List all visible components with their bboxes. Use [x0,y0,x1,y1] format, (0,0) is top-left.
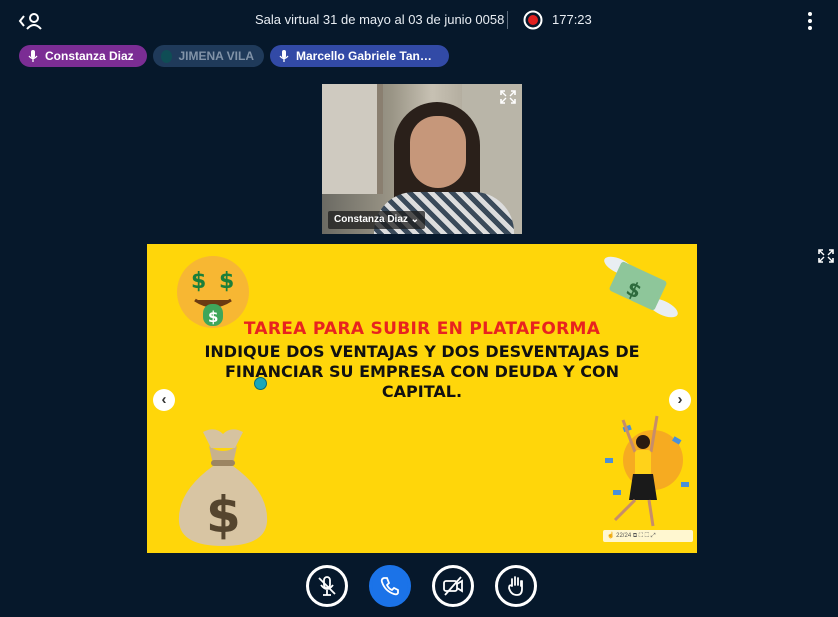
participant-name: Marcello Gabriele Tan… [296,49,432,63]
fullscreen-icon[interactable] [498,88,518,106]
participant-name: JIMENA VILA [178,49,254,63]
leave-audio-button[interactable] [369,565,411,607]
talking-indicator-marcello[interactable]: Marcello Gabriele Tan… [270,45,449,67]
previous-slide-button[interactable]: ‹ [153,389,175,411]
raise-hand-button[interactable] [495,565,537,607]
fullscreen-icon[interactable] [816,247,836,265]
background-window [322,84,383,194]
mic-icon [279,50,289,62]
svg-text:$: $ [191,269,206,294]
webcam-video[interactable]: Constanza Diaz ⌄ [322,84,522,234]
meeting-title: Sala virtual 31 de mayo al 03 de junio 0… [255,12,505,27]
person-face [410,116,466,188]
recording-timer: 177:23 [552,12,592,27]
mute-button[interactable] [306,565,348,607]
webcam-user-label[interactable]: Constanza Diaz ⌄ [328,211,426,229]
svg-text:$: $ [206,486,241,544]
raise-hand-icon [508,576,523,596]
top-bar: Sala virtual 31 de mayo al 03 de junio 0… [0,0,838,40]
woman-money-illustration [605,415,689,527]
slide-body: INDIQUE DOS VENTAJAS Y DOS DESVENTAJAS D… [204,342,640,401]
divider [507,11,508,29]
status-dot [161,49,173,63]
money-bag-icon: $ [178,429,268,546]
record-icon[interactable] [523,10,543,30]
svg-text:$: $ [219,269,234,294]
next-slide-button[interactable]: › [669,389,691,411]
talking-indicator-jimena[interactable]: JIMENA VILA [153,45,264,67]
slide-heading: TAREA PARA SUBIR EN PLATAFORMA [243,319,601,339]
flying-money-icon: $ [604,256,678,318]
presentation-slide: $ $ $ $ TAREA PARA SUBIR EN PLATAFORMA I… [147,244,697,553]
mic-muted-icon [318,576,336,596]
phone-icon [380,577,399,596]
talking-indicator-constanza[interactable]: Constanza Diaz [19,45,147,67]
camera-off-icon [443,576,463,596]
more-options-icon[interactable] [800,10,820,32]
participants-toggle-icon[interactable] [18,10,44,32]
share-webcam-button[interactable] [432,565,474,607]
participant-name: Constanza Diaz [45,49,134,63]
slide-controls[interactable]: ☝ 22/24 ⧉ ⛶ ⬚ ⤢ [603,530,693,542]
mic-icon [28,50,38,62]
pointer-icon [254,377,267,390]
